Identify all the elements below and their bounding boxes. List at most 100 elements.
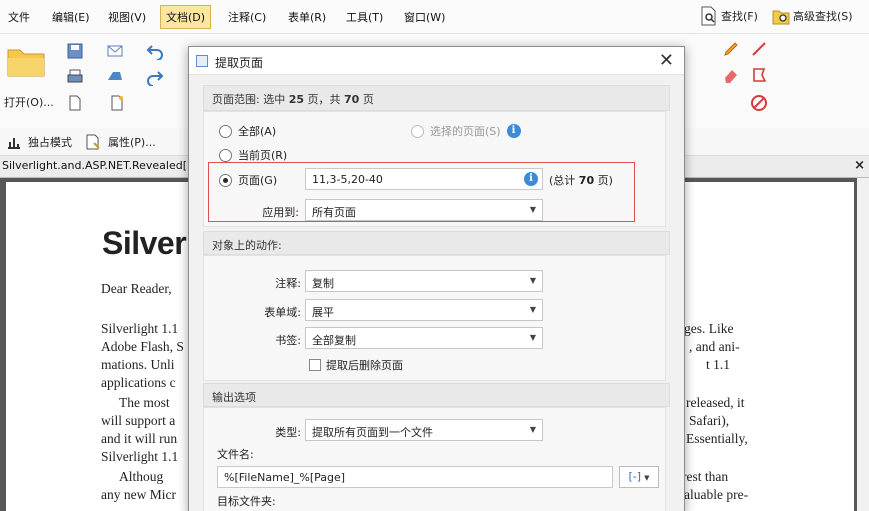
menu-window[interactable]: 窗口(W) <box>404 9 445 25</box>
advanced-search-label: 高级查找(S) <box>793 10 853 23</box>
menu-edit[interactable]: 编辑(E) <box>52 9 90 25</box>
doc-line: released, it <box>686 395 745 410</box>
open-folder-icon[interactable] <box>6 44 46 78</box>
type-value: 提取所有页面到一个文件 <box>312 426 433 439</box>
advanced-search-button[interactable]: 高级查找(S) <box>772 6 853 26</box>
radio-selected-pages[interactable]: 选择的页面(S) i <box>411 123 521 139</box>
extract-pages-dialog: 提取页面 ✕ 页面范围: 选中 25 页，共 70 页 全部(A) 选择的页面(… <box>188 46 685 511</box>
doc-line: applications c <box>101 375 176 390</box>
chevron-down-icon: ▼ <box>529 305 536 314</box>
arrow-tool-icon[interactable] <box>750 40 768 58</box>
open-button-label[interactable]: 打开(O)... <box>4 94 54 110</box>
vertical-scrollbar[interactable] <box>857 178 869 511</box>
print-icon[interactable] <box>66 68 84 86</box>
doc-line: , and ani- <box>689 339 740 354</box>
doc-line: ges. Like <box>684 321 734 336</box>
email-icon[interactable] <box>106 42 124 60</box>
highlighter-icon[interactable] <box>722 40 740 58</box>
dialog-titlebar: 提取页面 ✕ <box>189 47 684 75</box>
eraser-icon[interactable] <box>722 66 740 84</box>
radio-selected-label: 选择的页面(S) <box>430 125 501 138</box>
menu-form[interactable]: 表单(R) <box>288 9 326 25</box>
close-tab-icon[interactable]: × <box>854 158 865 173</box>
doc-line: Adobe Flash, S <box>101 339 184 354</box>
filename-input[interactable]: %[FileName]_%[Page] <box>217 466 613 488</box>
doc-line: t 1.1 <box>706 357 731 372</box>
delete-after-extract-checkbox[interactable]: 提取后删除页面 <box>309 357 403 373</box>
scan-icon[interactable] <box>106 68 124 86</box>
exclusive-mode-label[interactable]: 独占模式 <box>28 134 72 150</box>
target-folder-label: 目标文件夹: <box>217 495 276 508</box>
doc-line: Essentially, <box>686 431 748 446</box>
doc-line: Silverlight 1.1 <box>101 449 179 464</box>
page-range-header: 页面范围: 选中 25 页，共 70 页 <box>203 85 670 111</box>
dialog-app-icon <box>196 55 208 67</box>
bookmarks-label: 书签: <box>275 334 301 347</box>
actions-header: 对象上的动作: <box>203 231 670 255</box>
radio-current-label: 当前页(R) <box>238 149 288 162</box>
radio-all-label: 全部(A) <box>238 125 277 138</box>
chevron-down-icon: ▼ <box>644 474 650 482</box>
chevron-down-icon: ▼ <box>529 276 536 285</box>
doc-line: and it will run <box>101 431 178 446</box>
actions-heading: 对象上的动作: <box>212 239 282 252</box>
output-header: 输出选项 <box>203 383 670 407</box>
radio-current-page[interactable]: 当前页(R) <box>219 147 287 163</box>
forms-label: 表单域: <box>264 306 301 319</box>
forms-value: 展平 <box>312 306 334 319</box>
doc-line: mations. Unli <box>101 357 175 372</box>
doc-line: rest than <box>682 469 729 484</box>
folder-search-icon <box>772 10 790 25</box>
insert-macro-button[interactable]: [-] ▼ <box>619 466 659 488</box>
doc-line: Silverlight 1.1 <box>101 321 179 336</box>
document-tab[interactable]: Silverlight.and.ASP.NET.Revealed[ <box>2 159 187 172</box>
doc-line: Dear Reader, <box>101 281 172 296</box>
dialog-title: 提取页面 <box>215 56 264 70</box>
forms-dropdown[interactable]: 展平 ▼ <box>305 299 543 321</box>
redo-icon[interactable] <box>146 68 164 86</box>
chevron-down-icon: ▼ <box>529 333 536 342</box>
stamp-icon[interactable] <box>750 94 768 112</box>
menu-bar: 文件 编辑(E) 视图(V) 文档(D) 注释(C) 表单(R) 工具(T) 窗… <box>0 0 869 34</box>
exclusive-mode-icon[interactable] <box>6 134 22 150</box>
properties-label[interactable]: 属性(P)... <box>108 134 156 150</box>
menu-file[interactable]: 文件 <box>8 9 30 25</box>
delete-after-extract-label: 提取后删除页面 <box>326 359 403 372</box>
comments-label: 注释: <box>275 277 301 290</box>
dialog-close-icon[interactable]: ✕ <box>659 50 674 71</box>
page-range-summary: 页面范围: 选中 25 页，共 70 页 <box>212 93 374 106</box>
doc-line: Safari), <box>689 413 730 428</box>
doc-line: will support a <box>101 413 176 428</box>
menu-comment[interactable]: 注释(C) <box>228 9 266 25</box>
document-icon[interactable] <box>66 94 84 112</box>
shape-tool-icon[interactable] <box>750 66 768 84</box>
macro-button-label: [-] <box>628 470 642 483</box>
menu-view[interactable]: 视图(V) <box>108 9 146 25</box>
undo-icon[interactable] <box>146 42 164 60</box>
type-dropdown[interactable]: 提取所有页面到一个文件 ▼ <box>305 419 543 441</box>
search-label: 查找(F) <box>721 10 758 23</box>
search-document-icon <box>701 6 716 26</box>
doc-line: The most <box>119 395 170 410</box>
page-range-highlight <box>208 162 635 222</box>
comments-value: 复制 <box>312 277 334 290</box>
menu-tools[interactable]: 工具(T) <box>346 9 383 25</box>
filename-label: 文件名: <box>217 448 254 461</box>
doc-line: any new Micr <box>101 487 176 502</box>
save-icon[interactable] <box>66 42 84 60</box>
output-heading: 输出选项 <box>212 391 256 404</box>
chevron-down-icon: ▼ <box>529 425 536 434</box>
menu-document[interactable]: 文档(D) <box>160 5 212 29</box>
bookmarks-value: 全部复制 <box>312 334 356 347</box>
type-label: 类型: <box>275 426 301 439</box>
info-icon: i <box>506 124 521 138</box>
bookmarks-dropdown[interactable]: 全部复制 ▼ <box>305 327 543 349</box>
new-document-icon[interactable] <box>108 94 126 112</box>
comments-dropdown[interactable]: 复制 ▼ <box>305 270 543 292</box>
document-heading: Silverl <box>102 225 195 261</box>
radio-all-pages[interactable]: 全部(A) <box>219 123 276 139</box>
doc-line: Althoug <box>119 469 164 484</box>
search-button[interactable]: 查找(F) <box>700 6 758 26</box>
doc-line: aluable pre- <box>684 487 749 502</box>
properties-icon[interactable] <box>84 133 102 151</box>
